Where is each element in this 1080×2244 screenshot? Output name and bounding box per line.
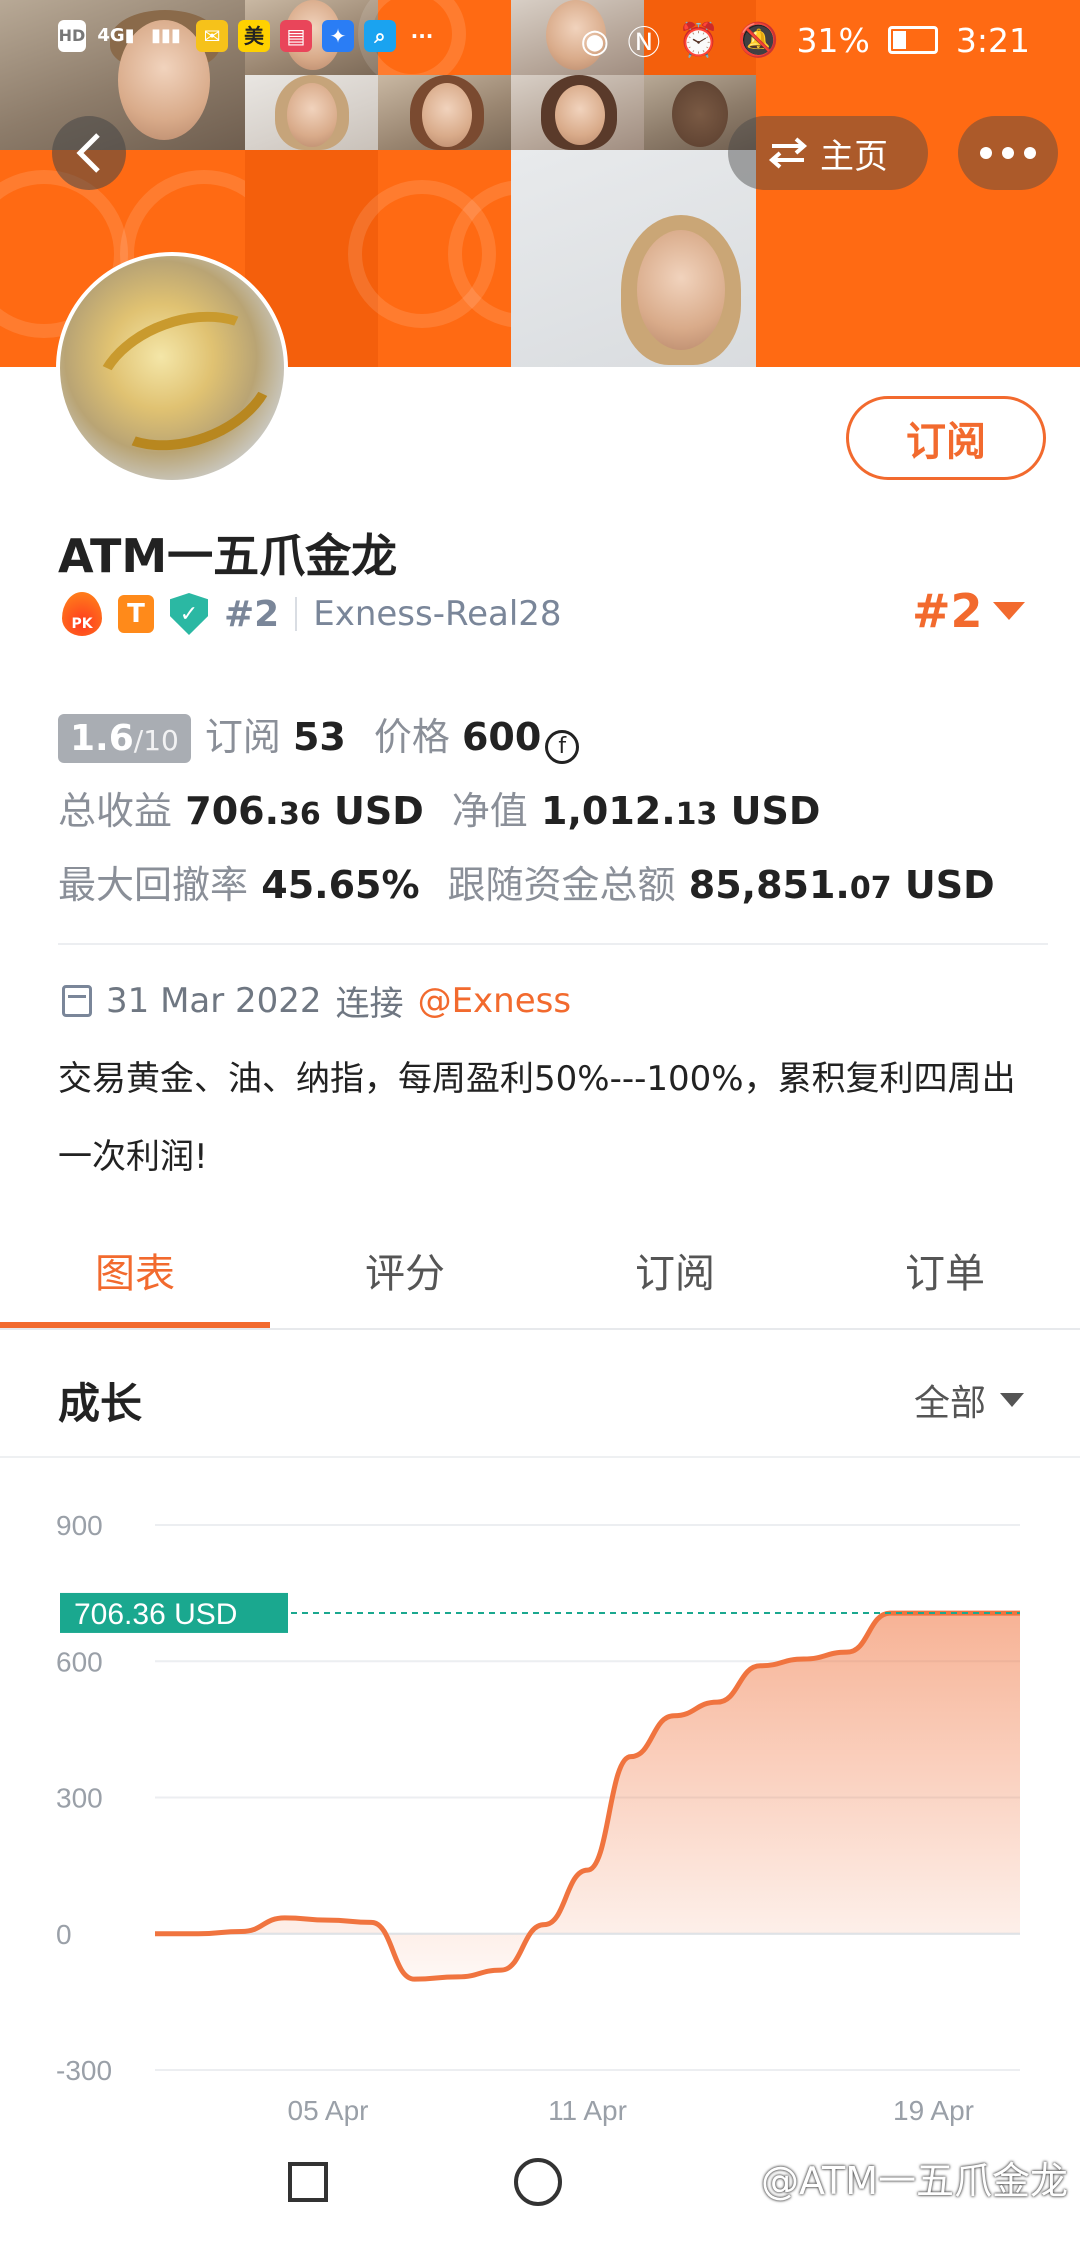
home-button[interactable]: 主页 xyxy=(728,116,928,190)
search-app-icon: ⌕ xyxy=(364,20,396,52)
equity-label: 净值 xyxy=(451,789,528,833)
badge-row: PK T ✓ #2 Exness-Real28 xyxy=(62,592,562,636)
follow-total-value: 85,851.07 USD xyxy=(688,863,995,907)
tab-rating[interactable]: 评分 xyxy=(270,1232,540,1330)
max-drawdown-label: 最大回撤率 xyxy=(58,863,249,907)
more-options-button[interactable] xyxy=(958,116,1058,190)
tab-subscriptions[interactable]: 订阅 xyxy=(540,1232,810,1330)
x-tick-label: 11 Apr xyxy=(548,2095,627,2126)
back-arrow-icon xyxy=(76,133,100,173)
price-label: 价格 xyxy=(373,715,450,759)
series-area xyxy=(155,1613,1020,1980)
battery-percent: 31% xyxy=(796,20,870,60)
recents-button[interactable] xyxy=(288,2162,328,2202)
status-bar: HD 4G▮ ▮▮▮ ✉ 美 ▤ ✦ ⌕ ··· ◉ Ⓝ ⏰ 🔕 31% 3:2… xyxy=(0,0,1080,80)
y-tick-label: 300 xyxy=(56,1783,103,1814)
max-drawdown-value: 45.65% xyxy=(261,863,420,907)
period-filter-dropdown[interactable]: 全部 xyxy=(914,1374,1024,1426)
divider xyxy=(58,943,1048,945)
connection-info: 31 Mar 2022 连接 @Exness xyxy=(62,976,571,1025)
growth-chart-svg: 900 600 300 0 -300 706.36 USD 05 Apr 11 Apr 19 A… xyxy=(56,1510,1020,2126)
divider xyxy=(295,597,298,631)
caret-down-icon xyxy=(992,602,1025,620)
tab-orders[interactable]: 订单 xyxy=(810,1232,1080,1330)
dot-icon xyxy=(1002,147,1014,159)
score-badge: 1.6/10 xyxy=(58,714,191,763)
pk-flame-icon[interactable]: PK xyxy=(62,592,102,636)
connect-label: 连接 xyxy=(335,984,404,1024)
system-nav-bar: @ATM一五爪金龙 xyxy=(0,2130,1080,2244)
growth-header: 成长 全部 xyxy=(0,1330,1080,1456)
calendar-icon xyxy=(62,984,92,1017)
y-tick-label: 600 xyxy=(56,1646,103,1677)
dot-icon xyxy=(1024,147,1036,159)
stats-block: 1.6/10 订阅 53 价格 600 f 总收益 706.36 USD 净值 1… xyxy=(58,706,995,928)
battery-icon xyxy=(887,26,938,54)
eye-icon: ◉ xyxy=(580,20,610,60)
alarm-icon: ⏰ xyxy=(678,20,720,59)
subscribe-count: 53 xyxy=(292,715,346,759)
cover-photo xyxy=(511,75,644,150)
book-app-icon: ▤ xyxy=(280,20,312,52)
server-name: Exness-Real28 xyxy=(313,594,562,634)
current-value-label: 706.36 USD xyxy=(74,1598,237,1631)
total-profit-label: 总收益 xyxy=(58,789,173,833)
watermark: @ATM一五爪金龙 xyxy=(760,2159,1068,2203)
cover-photo xyxy=(245,75,378,150)
meituan-app-icon: 美 xyxy=(238,20,270,52)
rank-dropdown[interactable]: #2 xyxy=(912,584,1025,638)
dot-icon xyxy=(980,147,992,159)
verified-shield-icon[interactable]: ✓ xyxy=(170,593,208,635)
cover-photo xyxy=(511,150,756,367)
divider xyxy=(0,1456,1080,1458)
growth-chart[interactable]: 900 600 300 0 -300 706.36 USD 05 Apr 11 Apr 19 A… xyxy=(0,1460,1080,2130)
tab-chart[interactable]: 图表 xyxy=(0,1232,270,1330)
hd-icon: HD xyxy=(58,20,86,52)
bulb-app-icon: ✦ xyxy=(322,20,354,52)
clock-time: 3:21 xyxy=(955,20,1030,60)
equity-value: 1,012.13 USD xyxy=(541,789,821,833)
follow-total-label: 跟随资金总额 xyxy=(447,863,676,907)
home-nav-button[interactable] xyxy=(514,2158,562,2206)
y-tick-label: 900 xyxy=(56,1510,103,1541)
section-title: 成长 xyxy=(58,1379,143,1428)
tab-bar: 图表 评分 订阅 订单 xyxy=(0,1232,1080,1330)
more-icon: ··· xyxy=(410,24,434,48)
back-button[interactable] xyxy=(52,116,126,190)
home-label: 主页 xyxy=(820,136,888,177)
trader-name: ATM一五爪金龙 xyxy=(58,529,398,583)
signal-4g-icon: 4G▮ xyxy=(97,25,135,46)
mute-icon: 🔕 xyxy=(737,20,779,59)
total-profit-value: 706.36 USD xyxy=(185,789,424,833)
y-tick-label: -300 xyxy=(56,2055,112,2086)
caret-down-icon xyxy=(1000,1393,1024,1407)
mail-app-icon: ✉ xyxy=(196,20,228,52)
coin-icon: f xyxy=(545,730,580,764)
broker-link[interactable]: @Exness xyxy=(418,981,572,1021)
signal-icon: ▮▮▮ xyxy=(151,25,181,46)
switch-arrows-icon xyxy=(768,137,808,169)
subscribe-count-label: 订阅 xyxy=(204,715,281,759)
x-tick-label: 05 Apr xyxy=(288,2095,369,2126)
subscribe-button[interactable]: 订阅 xyxy=(846,396,1046,480)
y-tick-label: 0 xyxy=(56,1919,72,1950)
price-value: 600 xyxy=(461,715,542,759)
avatar[interactable] xyxy=(56,252,288,484)
nfc-icon: Ⓝ xyxy=(627,23,661,62)
x-tick-label: 19 Apr xyxy=(893,2095,974,2126)
rank-small: #2 xyxy=(224,593,280,635)
cover-photo xyxy=(378,75,511,150)
connect-date: 31 Mar 2022 xyxy=(106,980,322,1021)
filter-label: 全部 xyxy=(913,1383,986,1424)
strategy-description: 交易黄金、油、纳指，每周盈利50%---100%，累积复利四周出 一次利润! xyxy=(58,1059,1016,1177)
rank-value: #2 xyxy=(912,584,983,638)
t-badge-icon[interactable]: T xyxy=(118,595,154,633)
